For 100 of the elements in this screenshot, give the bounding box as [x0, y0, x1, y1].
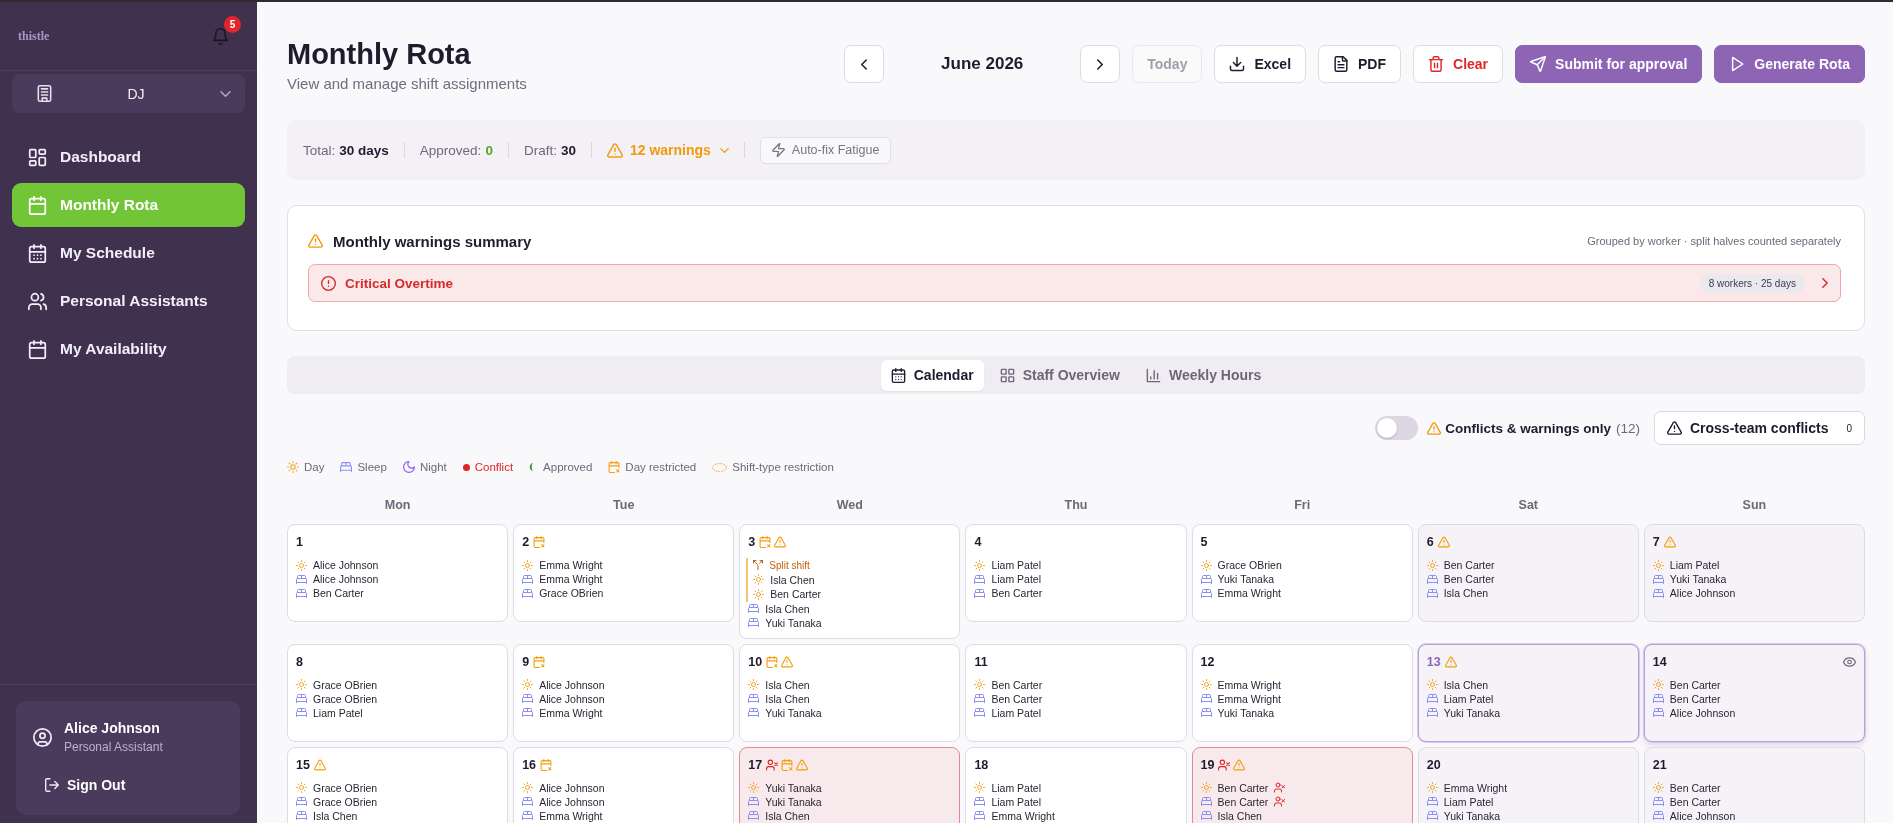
worker-name: Liam Patel	[991, 559, 1042, 571]
day-cell[interactable]: 5 Grace OBrien Yuki Tanaka Emma Wright	[1191, 524, 1413, 622]
count-pill: 8 workers · 25 days	[1699, 273, 1805, 293]
legend-label: Night	[419, 461, 447, 473]
dot-icon	[462, 463, 470, 471]
view-tab[interactable]: Calendar	[880, 359, 984, 391]
worker-name: Ben Carter	[991, 692, 1043, 705]
day-cell[interactable]: 6 Ben Carter Ben Carter Isla Chen	[1417, 524, 1639, 622]
nav-item[interactable]: My Availability	[12, 327, 245, 371]
weekday-header: Sat	[1517, 498, 1539, 512]
worker-name: Alice Johnson	[313, 559, 379, 571]
day-cell[interactable]: 12 Emma Wright Emma Wright Yuki Tanaka	[1191, 643, 1413, 742]
lightning-icon	[771, 143, 785, 157]
day-number: 13	[1426, 654, 1441, 669]
calendar-icon	[28, 339, 47, 359]
day-cell[interactable]: 14 Ben Carter Ben Carter Alice Johnson	[1643, 643, 1865, 742]
bed-icon	[1426, 573, 1438, 585]
day-cell[interactable]: 16 Alice Johnson Alice Johnson Emma Wright	[513, 746, 735, 823]
chevron-right-icon	[1822, 278, 1828, 288]
logo-text: thistle	[18, 28, 50, 44]
nav-item[interactable]: Dashboard	[12, 135, 245, 179]
worker-name: Emma Wright	[1217, 587, 1281, 599]
page-subtitle: View and manage shift assignments	[287, 75, 527, 92]
day-number: 20	[1426, 757, 1441, 772]
day-cell[interactable]: 4 Liam Patel Liam Patel Ben Carter	[965, 524, 1187, 622]
bed-icon	[1652, 693, 1664, 704]
day-cell[interactable]: 15 Grace OBrien Grace OBrien Isla Chen	[287, 746, 509, 823]
warning-icon	[606, 142, 623, 158]
warning-icon	[1666, 421, 1682, 435]
day-cell[interactable]: 18 Liam Patel Liam Patel Emma Wright	[965, 746, 1187, 823]
view-tab[interactable]: Staff Overview	[989, 359, 1130, 391]
worker-name: Emma Wright	[1443, 781, 1508, 794]
bed-icon	[1426, 796, 1438, 807]
conflicts-only-toggle[interactable]	[1375, 416, 1419, 440]
warning-icon	[313, 758, 326, 771]
day-cell[interactable]: 19 Ben Carter Ben Carter Isla Chen	[1191, 746, 1413, 823]
day-number: 10	[748, 654, 763, 669]
bed-icon	[974, 587, 986, 599]
worker-name: Liam Patel	[991, 706, 1042, 719]
warning-icon	[1444, 655, 1457, 668]
generate-button[interactable]: Generate Rota	[1714, 45, 1865, 83]
day-cell[interactable]: 1 Alice Johnson Alice Johnson Ben Carter	[287, 524, 509, 622]
worker-name: Emma Wright	[539, 809, 603, 822]
building-icon	[37, 85, 52, 102]
warning-group-row[interactable]: Critical Overtime 8 workers · 25 days	[308, 264, 1841, 302]
cross-team-conflicts-button[interactable]: Cross-team conflicts 0	[1653, 411, 1865, 445]
excel-button[interactable]: Excel	[1214, 45, 1307, 83]
sun-icon	[753, 588, 765, 600]
day-cell[interactable]: 2 Emma Wright Emma Wright Grace OBrien	[513, 524, 735, 622]
day-cell[interactable]: 21 Ben Carter Ben Carter Alice Johnson	[1643, 746, 1865, 823]
auto-fix-button[interactable]: Auto-fix Fatigue	[759, 136, 892, 164]
legend-label: Shift-type restriction	[732, 461, 834, 473]
worker-name: Ben Carter	[770, 588, 822, 601]
calendar-cross-icon	[759, 536, 772, 548]
sign-out-button[interactable]: Sign Out	[33, 772, 138, 798]
day-cell[interactable]: 10 Isla Chen Isla Chen Yuki Tanaka	[739, 643, 961, 742]
day-cell[interactable]: 9 Alice Johnson Alice Johnson Emma Wright	[513, 643, 735, 742]
view-tab[interactable]: Weekly Hours	[1135, 359, 1272, 391]
day-cell[interactable]: 17 Yuki Tanaka Yuki Tanaka Isla Chen	[739, 746, 961, 823]
clear-button[interactable]: Clear	[1413, 45, 1504, 83]
bell-icon[interactable]	[212, 27, 229, 45]
worker-name: Grace OBrien	[313, 795, 378, 808]
nav-item[interactable]: Personal Assistants	[12, 279, 245, 323]
weekday-header: Sun	[1741, 498, 1768, 512]
day-cell[interactable]: 20 Emma Wright Liam Patel Yuki Tanaka	[1417, 746, 1639, 823]
worker-name: Yuki Tanaka	[765, 616, 822, 629]
chevron-down-icon	[220, 90, 231, 97]
sun-icon	[522, 782, 534, 793]
alert-icon	[321, 275, 336, 291]
bed-icon	[1200, 573, 1212, 585]
worker-name: Ben Carter	[1443, 559, 1495, 571]
calendar-cross-icon	[781, 758, 794, 771]
worker-name: Ben Carter	[991, 587, 1043, 599]
submit-button[interactable]: Submit for approval	[1515, 45, 1703, 83]
day-cell[interactable]: 13 Isla Chen Liam Patel Yuki Tanaka	[1417, 643, 1639, 742]
eye-icon[interactable]	[1843, 656, 1856, 667]
chevron-down-icon	[719, 147, 729, 153]
split-shift-label: Split shift	[769, 559, 810, 571]
next-month-button[interactable]	[1080, 45, 1121, 83]
previous-month-button[interactable]	[844, 45, 885, 83]
day-cell[interactable]: 11 Ben Carter Ben Carter Liam Patel	[965, 643, 1187, 742]
day-number: 11	[974, 654, 988, 669]
day-number: 7	[1652, 535, 1660, 549]
workspace-selector[interactable]: DJ	[12, 74, 245, 113]
calendar-cross-icon	[540, 758, 553, 771]
stat-value: 0	[485, 142, 493, 158]
sun-icon	[1652, 679, 1664, 690]
worker-name: Alice Johnson	[539, 781, 605, 794]
bed-icon	[522, 707, 534, 718]
stat-label: Draft:	[523, 142, 557, 158]
pdf-button[interactable]: PDF	[1318, 45, 1402, 83]
day-cell[interactable]: 7 Liam Patel Yuki Tanaka Alice Johnson	[1643, 524, 1865, 622]
bed-icon	[296, 796, 307, 807]
day-cell[interactable]: 3 Split shift Isla Chen Ben Carter Isla Chen Yuki Tanaka	[739, 524, 961, 639]
bed-icon	[748, 796, 760, 807]
sun-icon	[522, 679, 534, 690]
day-cell[interactable]: 8 Grace OBrien Grace OBrien Liam Patel	[287, 643, 509, 742]
worker-name: Ben Carter	[1669, 678, 1721, 691]
nav-item[interactable]: My Schedule	[12, 231, 245, 275]
warning-icon	[796, 758, 809, 771]
